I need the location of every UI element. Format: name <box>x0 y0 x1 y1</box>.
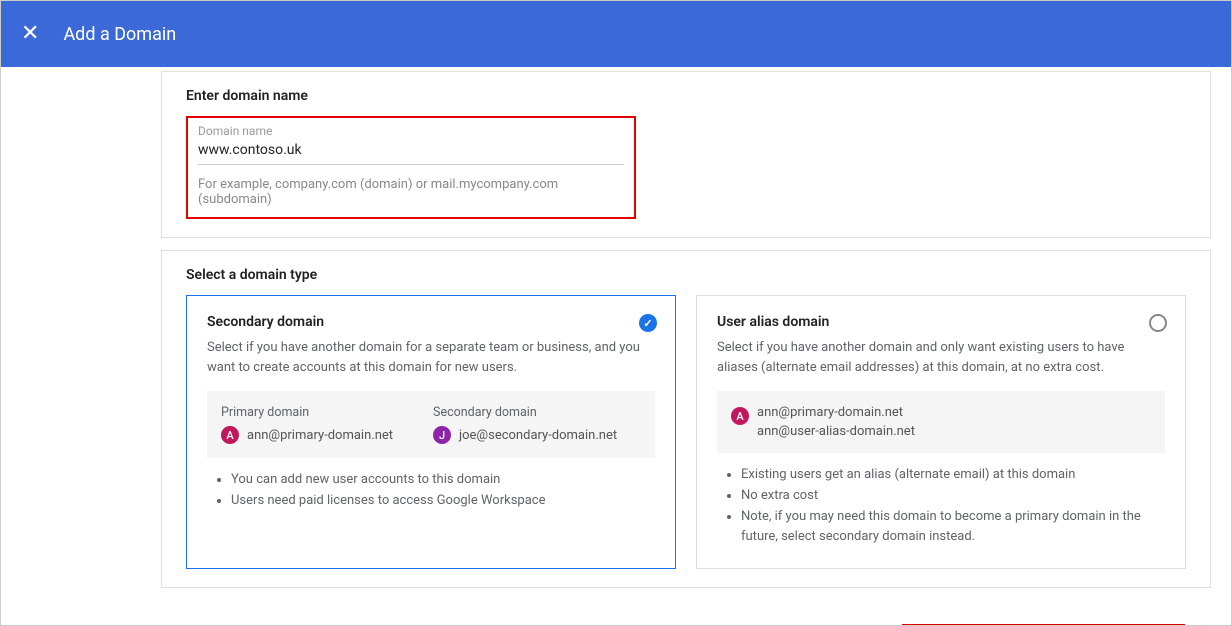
primary-email-example: ann@primary-domain.net <box>247 428 393 443</box>
enter-domain-title: Enter domain name <box>186 88 1186 104</box>
secondary-bullet-2: Users need paid licenses to access Googl… <box>231 491 655 512</box>
domain-input-highlight: Domain name www.contoso.uk For example, … <box>186 116 636 219</box>
alias-bullet-2: No extra cost <box>741 486 1165 507</box>
header-bar: ✕ Add a Domain <box>1 1 1231 67</box>
alias-bullets: Existing users get an alias (alternate e… <box>717 465 1165 548</box>
alias-email-2: ann@user-alias-domain.net <box>757 424 915 439</box>
alias-bullet-1: Existing users get an alias (alternate e… <box>741 465 1165 486</box>
alias-example-box: A ann@primary-domain.net ann@user-alias-… <box>717 391 1165 453</box>
check-circle-icon <box>639 314 657 332</box>
avatar-a-icon: A <box>221 426 239 444</box>
secondary-domain-description: Select if you have another domain for a … <box>207 338 655 377</box>
enter-domain-card: Enter domain name Domain name www.contos… <box>161 71 1211 238</box>
alias-domain-title: User alias domain <box>717 314 1165 330</box>
domain-helper-text: For example, company.com (domain) or mai… <box>198 177 624 207</box>
select-type-card: Select a domain type Secondary domain Se… <box>161 250 1211 588</box>
close-icon[interactable]: ✕ <box>21 23 39 45</box>
domain-name-input[interactable]: www.contoso.uk <box>198 138 624 165</box>
footer-actions: CANCEL ADD DOMAIN & START VERIFICATION <box>161 600 1211 626</box>
domain-name-label: Domain name <box>198 124 624 138</box>
secondary-example-box: Primary domain A ann@primary-domain.net … <box>207 391 655 458</box>
user-alias-domain-option[interactable]: User alias domain Select if you have ano… <box>696 295 1186 569</box>
select-type-title: Select a domain type <box>186 267 1186 283</box>
secondary-domain-label: Secondary domain <box>433 405 617 420</box>
primary-domain-label: Primary domain <box>221 405 393 420</box>
secondary-bullets: You can add new user accounts to this do… <box>207 470 655 512</box>
alias-bullet-3: Note, if you may need this domain to bec… <box>741 507 1165 549</box>
avatar-a-icon: A <box>731 407 749 425</box>
secondary-domain-title: Secondary domain <box>207 314 655 330</box>
secondary-bullet-1: You can add new user accounts to this do… <box>231 470 655 491</box>
alias-domain-description: Select if you have another domain and on… <box>717 338 1165 377</box>
secondary-email-example: joe@secondary-domain.net <box>459 428 617 443</box>
radio-unchecked-icon <box>1149 314 1167 332</box>
page-title: Add a Domain <box>63 24 176 45</box>
avatar-j-icon: J <box>433 426 451 444</box>
alias-email-1: ann@primary-domain.net <box>757 405 915 420</box>
secondary-domain-option[interactable]: Secondary domain Select if you have anot… <box>186 295 676 569</box>
